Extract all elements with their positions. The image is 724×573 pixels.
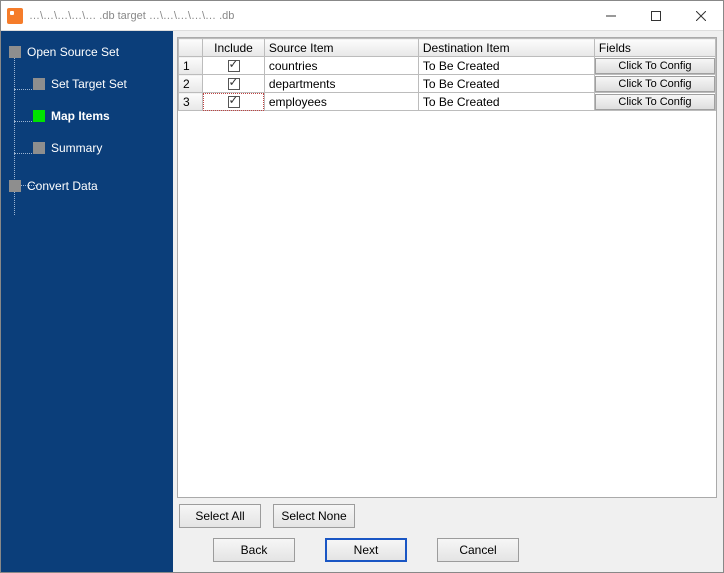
items-grid[interactable]: Include Source Item Destination Item Fie… — [178, 38, 716, 111]
source-item-cell[interactable]: employees — [264, 93, 418, 111]
col-header-destination[interactable]: Destination Item — [418, 39, 594, 57]
include-checkbox[interactable] — [228, 60, 240, 72]
wizard-nav-row: Back Next Cancel — [177, 530, 717, 564]
fields-config-button[interactable]: Click To Config — [595, 94, 715, 110]
source-item-cell[interactable]: departments — [264, 75, 418, 93]
fields-config-button[interactable]: Click To Config — [595, 58, 715, 74]
step-map-items[interactable]: Map Items — [9, 105, 167, 127]
wizard-steps-tree: Open Source Set Set Target Set Map Items… — [9, 41, 167, 197]
fields-cell: Click To Config — [594, 93, 715, 111]
step-set-target-set[interactable]: Set Target Set — [9, 73, 167, 95]
step-open-source-set[interactable]: Open Source Set — [9, 41, 167, 63]
row-number-cell[interactable]: 2 — [179, 75, 203, 93]
include-checkbox[interactable] — [228, 78, 240, 90]
step-marker-icon — [9, 180, 21, 192]
step-summary[interactable]: Summary — [9, 137, 167, 159]
titlebar: …\…\…\…\… .db target …\…\…\…\… .db — [1, 1, 723, 31]
next-button[interactable]: Next — [325, 538, 407, 562]
main-panel: Include Source Item Destination Item Fie… — [173, 31, 723, 572]
step-marker-icon — [9, 46, 21, 58]
step-convert-data[interactable]: Convert Data — [9, 175, 167, 197]
minimize-button[interactable] — [588, 1, 633, 30]
items-grid-container: Include Source Item Destination Item Fie… — [177, 37, 717, 498]
maximize-button[interactable] — [633, 1, 678, 30]
step-marker-icon — [33, 78, 45, 90]
table-row[interactable]: 2 departmentsTo Be CreatedClick To Config — [179, 75, 716, 93]
select-none-button[interactable]: Select None — [273, 504, 355, 528]
window-title: …\…\…\…\… .db target …\…\…\…\… .db — [29, 10, 588, 22]
window-controls — [588, 1, 723, 30]
source-item-cell[interactable]: countries — [264, 57, 418, 75]
table-row[interactable]: 1 countriesTo Be CreatedClick To Config — [179, 57, 716, 75]
destination-item-cell[interactable]: To Be Created — [418, 75, 594, 93]
include-checkbox[interactable] — [228, 96, 240, 108]
destination-item-cell[interactable]: To Be Created — [418, 57, 594, 75]
wizard-sidebar: Open Source Set Set Target Set Map Items… — [1, 31, 173, 572]
row-number-cell[interactable]: 1 — [179, 57, 203, 75]
col-header-include[interactable]: Include — [203, 39, 265, 57]
step-label: Open Source Set — [27, 45, 119, 59]
app-window: …\…\…\…\… .db target …\…\…\…\… .db — [0, 0, 724, 573]
row-number-cell[interactable]: 3 — [179, 93, 203, 111]
step-label: Convert Data — [27, 179, 98, 193]
close-button[interactable] — [678, 1, 723, 30]
window-body: Open Source Set Set Target Set Map Items… — [1, 31, 723, 572]
table-row[interactable]: 3 employeesTo Be CreatedClick To Config — [179, 93, 716, 111]
fields-cell: Click To Config — [594, 75, 715, 93]
fields-cell: Click To Config — [594, 57, 715, 75]
select-all-button[interactable]: Select All — [179, 504, 261, 528]
fields-config-button[interactable]: Click To Config — [595, 76, 715, 92]
include-cell[interactable] — [203, 57, 265, 75]
col-header-source[interactable]: Source Item — [264, 39, 418, 57]
step-label: Map Items — [51, 109, 110, 123]
destination-item-cell[interactable]: To Be Created — [418, 93, 594, 111]
include-cell[interactable] — [203, 93, 265, 111]
step-label: Summary — [51, 141, 102, 155]
col-header-fields[interactable]: Fields — [594, 39, 715, 57]
grid-header-row: Include Source Item Destination Item Fie… — [179, 39, 716, 57]
step-label: Set Target Set — [51, 77, 127, 91]
back-button[interactable]: Back — [213, 538, 295, 562]
col-header-rownum[interactable] — [179, 39, 203, 57]
step-marker-icon — [33, 142, 45, 154]
include-cell[interactable] — [203, 75, 265, 93]
cancel-button[interactable]: Cancel — [437, 538, 519, 562]
selection-button-row: Select All Select None — [177, 498, 717, 530]
step-marker-icon — [33, 110, 45, 122]
app-icon — [7, 8, 23, 24]
